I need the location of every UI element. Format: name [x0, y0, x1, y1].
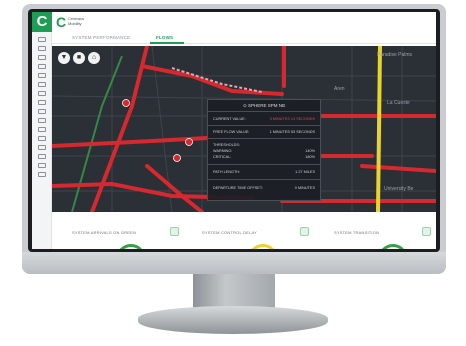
sidebar-icon-help[interactable] — [38, 172, 46, 177]
stats-strip: SYSTEM ARRIVALS ON GREEN SYSTEM CONTROL … — [52, 212, 436, 249]
gauge-transition — [378, 244, 408, 249]
sidebar-icon-chart[interactable] — [38, 64, 46, 69]
stat-chart-icon[interactable] — [300, 227, 309, 236]
sidebar-icon-camera[interactable] — [38, 100, 46, 105]
path-length-row: PATH LENGTH: 1.27 MILES — [213, 170, 315, 174]
traffic-map[interactable]: ▼ ■ ⌂ Paradise Palms Aren La Cueste Univ… — [52, 46, 436, 212]
sidebar-icon-grid[interactable] — [38, 46, 46, 51]
sidebar-icon-clock[interactable] — [38, 118, 46, 123]
road-warning-1 — [376, 46, 382, 212]
gauge-delay — [248, 244, 278, 249]
layers-icon: ■ — [76, 54, 82, 61]
sidebar-icon-list[interactable] — [38, 55, 46, 60]
sidebar-icon-folder[interactable] — [38, 145, 46, 150]
stat-chart-icon[interactable] — [170, 227, 179, 236]
tab-flows[interactable]: FLOWS — [156, 35, 173, 40]
place-label: Paradise Palms — [377, 52, 413, 58]
critical-row: CRITICAL: 180% — [213, 155, 315, 159]
app-screen: C C Centracs Mobility SYSTEM PERFORMANCE… — [32, 12, 436, 249]
place-label: La Cueste — [387, 100, 410, 106]
brand-name: Centracs Mobility — [68, 16, 85, 26]
layers-button[interactable]: ■ — [73, 52, 85, 64]
free-flow-row: FREE FLOW VALUE: 1 MINUTES 53 SECONDS — [213, 130, 315, 134]
warning-row: WARNING: 140% — [213, 149, 315, 153]
thresholds-label: THRESHOLDS: — [213, 143, 241, 147]
filter-button[interactable]: ▼ — [58, 52, 70, 64]
monitor-chin — [22, 252, 446, 274]
sidebar-icon-bell[interactable] — [38, 154, 46, 159]
stat-chart-icon[interactable] — [422, 227, 431, 236]
popup-title: ⊙ SPHERE SPM NB — [208, 100, 320, 112]
sidebar-icon-map[interactable] — [38, 73, 46, 78]
sidebar-icon-settings[interactable] — [38, 163, 46, 168]
place-label: University Be — [384, 186, 414, 192]
top-bar: C Centracs Mobility — [52, 12, 436, 32]
brand-mark: C — [56, 14, 67, 30]
current-value-row: CURRENT VALUE: 3 MINUTES 13 SECONDS — [213, 117, 315, 121]
sidebar-icon-users[interactable] — [38, 127, 46, 132]
segment-info-popup: ⊙ SPHERE SPM NB CURRENT VALUE: 3 MINUTES… — [207, 99, 321, 201]
gauge-arrivals — [116, 244, 146, 249]
home-icon: ⌂ — [91, 54, 97, 61]
stat-label-delay: SYSTEM CONTROL DELAY — [202, 230, 257, 235]
sidebar-icon-tools[interactable] — [38, 136, 46, 141]
sidebar: C — [32, 12, 52, 249]
monitor-frame: C C Centracs Mobility SYSTEM PERFORMANCE… — [22, 4, 446, 274]
sidebar-icon-signal[interactable] — [38, 82, 46, 87]
app-logo: C — [32, 12, 52, 32]
tab-system-performance[interactable]: SYSTEM PERFORMANCE — [72, 35, 130, 40]
stat-label-arrivals: SYSTEM ARRIVALS ON GREEN — [72, 230, 137, 235]
home-button[interactable]: ⌂ — [88, 52, 100, 64]
filter-icon: ▼ — [60, 54, 68, 61]
tab-bar: SYSTEM PERFORMANCE FLOWS — [52, 32, 436, 44]
active-tab-indicator — [150, 42, 184, 44]
sidebar-icon-alert[interactable] — [38, 91, 46, 96]
sidebar-icon-dashboard[interactable] — [38, 37, 46, 42]
stat-label-transition: SYSTEM TRANSITION — [334, 230, 380, 235]
place-label: Aren — [334, 86, 345, 92]
monitor-base — [138, 306, 328, 334]
departure-offset-row: DEPARTURE TIME OFFSET: 0 MINUTES — [213, 186, 315, 190]
screen-bezel: C C Centracs Mobility SYSTEM PERFORMANCE… — [28, 9, 440, 252]
sidebar-icon-report[interactable] — [38, 109, 46, 114]
